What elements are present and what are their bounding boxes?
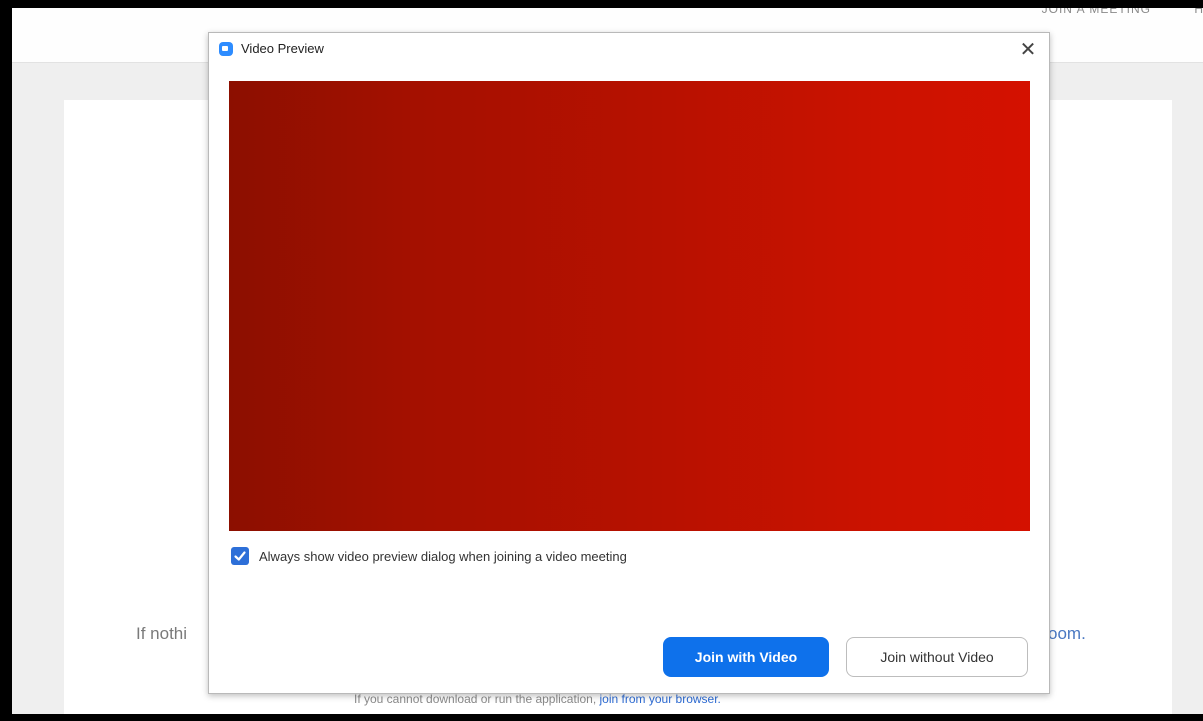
launch-room-link[interactable]: oom. xyxy=(1048,624,1086,644)
join-meeting-link[interactable]: JOIN A MEETING xyxy=(1042,8,1151,16)
screenshot-frame: JOIN A MEETING H If nothi oom. If you ca… xyxy=(0,0,1203,721)
download-help-prefix: If you cannot download or run the applic… xyxy=(354,692,600,706)
camera-video-preview xyxy=(229,81,1030,531)
dialog-titlebar: Video Preview ✕ xyxy=(209,33,1049,67)
host-meeting-link[interactable]: H xyxy=(1194,8,1203,16)
always-show-preview-label: Always show video preview dialog when jo… xyxy=(259,548,627,564)
join-without-video-button[interactable]: Join without Video xyxy=(846,637,1028,677)
nothing-prompts-text: If nothi xyxy=(136,624,188,643)
video-preview-dialog: Video Preview ✕ Always show video previe… xyxy=(208,32,1050,694)
always-show-preview-checkbox[interactable] xyxy=(231,547,249,565)
always-show-preview-option[interactable]: Always show video preview dialog when jo… xyxy=(231,546,627,566)
download-help-text: If you cannot download or run the applic… xyxy=(354,692,721,706)
checkmark-icon xyxy=(234,551,246,561)
dialog-title: Video Preview xyxy=(241,41,324,56)
close-icon[interactable]: ✕ xyxy=(1015,37,1041,63)
join-with-video-button[interactable]: Join with Video xyxy=(663,637,829,677)
join-from-browser-link[interactable]: join from your browser. xyxy=(600,692,721,706)
zoom-app-icon xyxy=(219,42,233,56)
